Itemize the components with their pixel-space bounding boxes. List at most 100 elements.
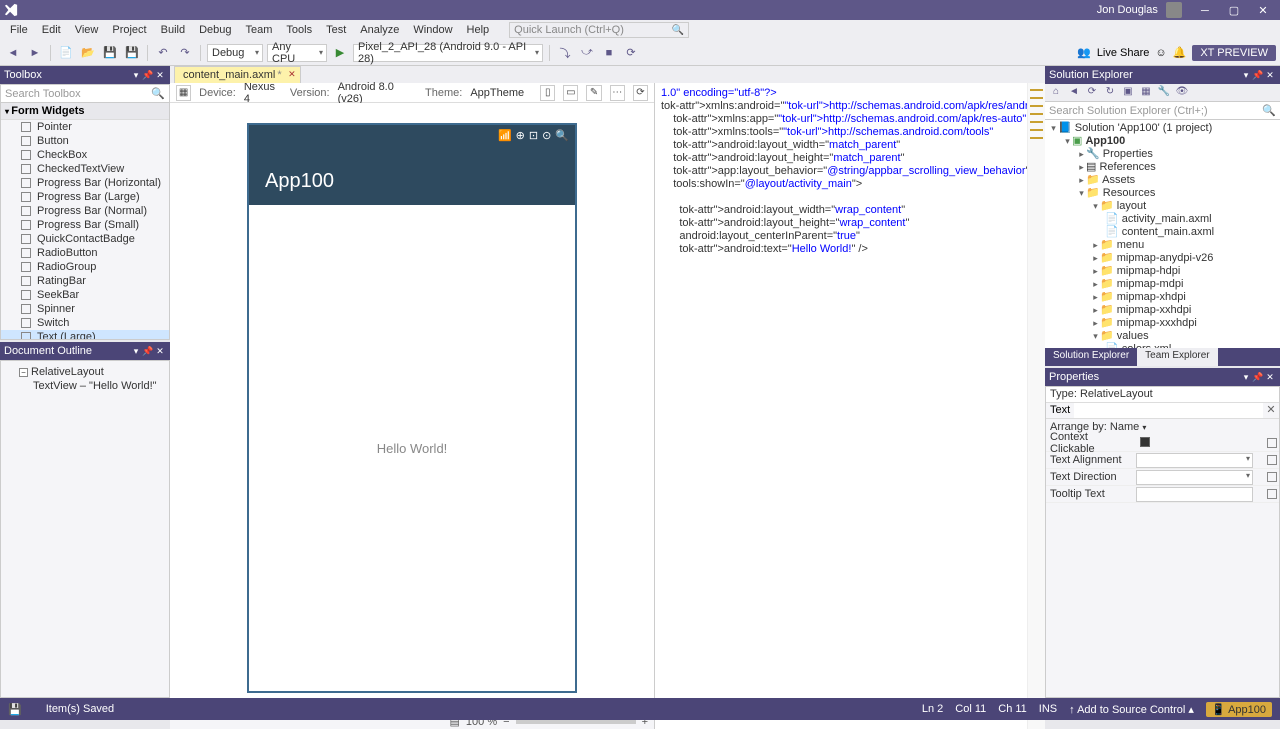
toolbox-item[interactable]: Button	[1, 134, 169, 148]
menu-edit[interactable]: Edit	[36, 22, 67, 38]
node-values[interactable]: values	[1117, 330, 1149, 342]
code-line[interactable]	[661, 191, 1039, 204]
pin-icon[interactable]: 📌	[1252, 372, 1264, 383]
prop-marker[interactable]	[1267, 438, 1277, 448]
menu-help[interactable]: Help	[461, 22, 496, 38]
panel-close-icon[interactable]: ✕	[154, 346, 166, 357]
props-filter-input[interactable]	[1074, 403, 1263, 418]
undo-button[interactable]: ↶	[154, 44, 172, 62]
panel-close-icon[interactable]: ✕	[1264, 372, 1276, 383]
zoom-out-icon[interactable]: 🔍	[555, 129, 569, 142]
live-share-button[interactable]: Live Share	[1097, 47, 1150, 59]
node-references[interactable]: References	[1099, 161, 1155, 173]
close-button[interactable]: ✕	[1250, 4, 1276, 17]
solution-node[interactable]: Solution 'App100' (1 project)	[1075, 122, 1213, 134]
redo-button[interactable]: ↷	[176, 44, 194, 62]
toolbox-search-input[interactable]: Search Toolbox 🔍	[1, 85, 169, 103]
step-over-button[interactable]: ⤻	[578, 44, 596, 62]
show-all-icon[interactable]: ▦	[1139, 86, 1153, 100]
prop-value-input[interactable]	[1136, 470, 1253, 485]
edit-icon[interactable]: ✎	[586, 85, 601, 101]
code-line[interactable]: tok-attr">android:layout_height="match_p…	[661, 152, 1039, 165]
menu-build[interactable]: Build	[155, 22, 191, 38]
sync-icon[interactable]: ⟳	[1085, 86, 1099, 100]
node-mipmap-mdpi[interactable]: mipmap-mdpi	[1117, 278, 1184, 290]
menu-file[interactable]: File	[4, 22, 34, 38]
preview-icon[interactable]: 👁	[1175, 86, 1189, 100]
open-button[interactable]: 📂	[79, 44, 97, 62]
pin-icon[interactable]: 📌	[142, 70, 154, 81]
solex-search-input[interactable]: Search Solution Explorer (Ctrl+;) 🔍	[1045, 102, 1280, 120]
designer-grid-icon[interactable]: ▦	[176, 85, 191, 101]
properties-icon[interactable]: 🔧	[1157, 86, 1171, 100]
toolbox-item[interactable]: Progress Bar (Small)	[1, 218, 169, 232]
toolbox-item[interactable]: QuickContactBadge	[1, 232, 169, 246]
panel-dropdown-icon[interactable]: ▾	[1240, 70, 1252, 81]
menu-analyze[interactable]: Analyze	[354, 22, 405, 38]
quick-launch-input[interactable]: Quick Launch (Ctrl+Q) 🔍	[509, 22, 689, 38]
node-mipmap-xxxhdpi[interactable]: mipmap-xxxhdpi	[1117, 317, 1197, 329]
tab-solution-explorer[interactable]: Solution Explorer	[1045, 348, 1137, 366]
status-app-badge[interactable]: 📱 App100	[1206, 702, 1272, 717]
project-node[interactable]: App100	[1085, 135, 1125, 147]
panel-dropdown-icon[interactable]: ▾	[1240, 372, 1252, 383]
code-line[interactable]: tok-attr">android:text="Hello World!" />	[661, 243, 1039, 256]
solution-tree[interactable]: ▾📘 Solution 'App100' (1 project) ▾▣ App1…	[1045, 120, 1280, 348]
outline-root[interactable]: −RelativeLayout	[5, 365, 165, 379]
code-line[interactable]: tok-attr">android:layout_width="wrap_con…	[661, 204, 1039, 217]
device-combo[interactable]: Nexus 4	[244, 81, 282, 105]
pin-icon[interactable]: 📌	[1252, 70, 1264, 81]
node-resources[interactable]: Resources	[1103, 187, 1156, 199]
menu-test[interactable]: Test	[320, 22, 352, 38]
document-tab[interactable]: content_main.axml* ✕	[174, 66, 301, 83]
prop-marker[interactable]	[1267, 489, 1277, 499]
notifications-icon[interactable]: 🔔	[1173, 46, 1187, 59]
home-icon[interactable]: ⌂	[1049, 86, 1063, 100]
code-line[interactable]: tok-attr">android:layout_height="wrap_co…	[661, 217, 1039, 230]
tab-team-explorer[interactable]: Team Explorer	[1137, 348, 1217, 366]
collapse-icon[interactable]: ▣	[1121, 86, 1135, 100]
menu-team[interactable]: Team	[240, 22, 279, 38]
restart-button[interactable]: ⟳	[622, 44, 640, 62]
save-button[interactable]: 💾	[101, 44, 119, 62]
code-line[interactable]: tok-attr">android:layout_width="match_pa…	[661, 139, 1039, 152]
xt-preview-badge[interactable]: XT PREVIEW	[1192, 45, 1276, 61]
toolbox-item[interactable]: CheckBox	[1, 148, 169, 162]
pin-icon[interactable]: 📌	[142, 346, 154, 357]
hello-world-text[interactable]: Hello World!	[377, 441, 448, 456]
zoom-in-icon[interactable]: ⊕	[516, 129, 525, 142]
refresh-icon[interactable]: ⟳	[633, 85, 648, 101]
code-line[interactable]: tok-attr">xmlns:tools=""tok-url">http://…	[661, 126, 1039, 139]
zoom-actual-icon[interactable]: ⊙	[542, 129, 551, 142]
theme-combo[interactable]: AppTheme	[470, 87, 524, 99]
portrait-icon[interactable]: ▯	[540, 85, 555, 101]
node-mipmap-xhdpi[interactable]: mipmap-xhdpi	[1117, 291, 1186, 303]
clear-filter-icon[interactable]: ✕	[1263, 403, 1279, 418]
prop-value-input[interactable]	[1136, 487, 1253, 502]
node-content-main[interactable]: content_main.axml	[1122, 226, 1214, 238]
node-mipmap-hdpi[interactable]: mipmap-hdpi	[1117, 265, 1181, 277]
menu-debug[interactable]: Debug	[193, 22, 237, 38]
config-combo[interactable]: Debug	[207, 44, 263, 62]
landscape-icon[interactable]: ▭	[563, 85, 578, 101]
stop-button[interactable]: ■	[600, 44, 618, 62]
version-combo[interactable]: Android 8.0 (v26)	[338, 81, 417, 105]
node-menu[interactable]: menu	[1117, 239, 1145, 251]
panel-close-icon[interactable]: ✕	[154, 70, 166, 81]
code-line[interactable]: tok-attr">xmlns:android=""tok-url">http:…	[661, 100, 1039, 113]
code-line[interactable]: 1.0" encoding="utf-8"?>	[661, 87, 1039, 100]
code-line[interactable]: android:layout_centerInParent="true"	[661, 230, 1039, 243]
new-project-button[interactable]: 📄	[57, 44, 75, 62]
toolbox-item[interactable]: Text (Large)	[1, 330, 169, 340]
toolbox-item[interactable]: Progress Bar (Normal)	[1, 204, 169, 218]
user-avatar-icon[interactable]	[1166, 2, 1182, 18]
zoom-slider[interactable]	[516, 720, 636, 724]
toolbox-item[interactable]: RadioGroup	[1, 260, 169, 274]
toolbox-item[interactable]: CheckedTextView	[1, 162, 169, 176]
maximize-button[interactable]: ▢	[1221, 4, 1247, 17]
nav-fwd-button[interactable]: ►	[26, 44, 44, 62]
node-activity-main[interactable]: activity_main.axml	[1122, 213, 1212, 225]
xml-source-editor[interactable]: 1.0" encoding="utf-8"?>tok-attr">xmlns:a…	[655, 83, 1045, 729]
expander-icon[interactable]: −	[19, 368, 28, 377]
step-into-button[interactable]: ⤵	[556, 44, 574, 62]
